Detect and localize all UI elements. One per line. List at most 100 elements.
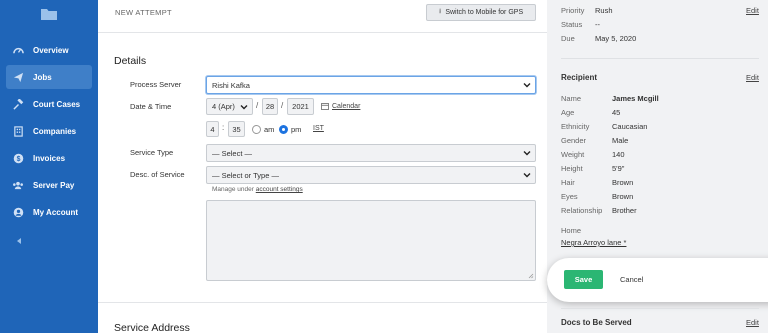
chevron-down-icon bbox=[523, 83, 531, 88]
cancel-button[interactable]: Cancel bbox=[620, 275, 643, 284]
manage-hint: Manage under account settings bbox=[212, 186, 303, 193]
recipient-field-label: Weight bbox=[561, 150, 585, 159]
process-server-label: Process Server bbox=[130, 80, 182, 89]
sidebar-item-label: Invoices bbox=[33, 153, 66, 163]
hour-input[interactable]: 4 bbox=[206, 121, 219, 137]
month-select[interactable]: 4 (Apr) bbox=[206, 98, 253, 115]
resize-grip-icon[interactable] bbox=[528, 273, 534, 279]
paper-plane-icon bbox=[12, 71, 24, 83]
calendar-icon bbox=[321, 103, 329, 110]
dollar-icon: $ bbox=[12, 152, 24, 164]
due-value: May 5, 2020 bbox=[595, 34, 637, 43]
date-separator: / bbox=[281, 101, 284, 110]
timezone-link[interactable]: IST bbox=[313, 125, 324, 132]
recipient-field-label: Eyes bbox=[561, 192, 578, 201]
chevron-down-icon bbox=[523, 151, 531, 156]
page-title: NEW ATTEMPT bbox=[115, 8, 172, 17]
save-button[interactable]: Save bbox=[564, 270, 603, 289]
recipient-field-label: Relationship bbox=[561, 206, 603, 215]
calendar-link-label: Calendar bbox=[332, 102, 361, 110]
recipient-edit-link[interactable]: Edit bbox=[746, 73, 759, 82]
recipient-field-value: Brother bbox=[612, 206, 637, 215]
account-settings-link[interactable]: account settings bbox=[256, 186, 303, 193]
details-section-title: Details bbox=[114, 55, 147, 67]
summary-edit-link[interactable]: Edit bbox=[746, 6, 759, 15]
day-input[interactable]: 28 bbox=[262, 98, 278, 115]
action-bar: Save Cancel bbox=[547, 258, 768, 302]
service-type-select[interactable]: — Select — bbox=[206, 144, 536, 162]
notes-textarea[interactable] bbox=[206, 200, 536, 281]
sidebar-item-my-account[interactable]: My Account bbox=[6, 200, 92, 224]
recipient-field-value: James Mcgill bbox=[612, 94, 659, 103]
info-panel: Priority Rush Edit Status -- Due May 5, … bbox=[547, 0, 768, 333]
priority-label: Priority bbox=[561, 6, 585, 15]
recipient-field-label: Age bbox=[561, 108, 575, 117]
switch-to-mobile-gps-button[interactable]: ⭳ Switch to Mobile for GPS bbox=[426, 4, 536, 21]
minute-input[interactable]: 35 bbox=[228, 121, 245, 137]
collapse-sidebar-icon[interactable] bbox=[15, 236, 23, 246]
date-separator: / bbox=[256, 101, 259, 110]
recipient-field-value: Caucasian bbox=[612, 122, 648, 131]
chevron-down-icon bbox=[523, 173, 531, 178]
docs-to-be-served-title: Docs to Be Served bbox=[561, 318, 632, 327]
panel-divider bbox=[561, 58, 759, 59]
recipient-field-value: Brown bbox=[612, 178, 634, 187]
pm-label: pm bbox=[291, 125, 302, 134]
pm-radio[interactable] bbox=[279, 125, 288, 134]
home-address-link[interactable]: Negra Arroyo lane * bbox=[561, 238, 626, 247]
time-separator: : bbox=[222, 123, 225, 132]
status-label: Status bbox=[561, 20, 583, 29]
service-type-label: Service Type bbox=[130, 148, 174, 157]
attempt-form-panel: NEW ATTEMPT ⭳ Switch to Mobile for GPS D… bbox=[98, 0, 547, 333]
sidebar-item-label: My Account bbox=[33, 207, 79, 217]
calendar-link[interactable]: Calendar bbox=[321, 102, 360, 110]
status-value: -- bbox=[595, 20, 600, 29]
chevron-down-icon bbox=[240, 105, 248, 110]
sidebar-item-label: Server Pay bbox=[33, 180, 75, 190]
folder-logo-icon[interactable] bbox=[40, 7, 58, 21]
desc-of-service-select[interactable]: — Select or Type — bbox=[206, 166, 536, 184]
sidebar-item-server-pay[interactable]: Server Pay bbox=[6, 173, 92, 197]
sidebar-item-overview[interactable]: Overview bbox=[6, 38, 92, 62]
section-divider bbox=[98, 302, 547, 303]
sidebar-item-label: Companies bbox=[33, 126, 77, 136]
recipient-field-label: Height bbox=[561, 164, 583, 173]
sidebar-item-label: Jobs bbox=[33, 72, 52, 82]
form-header: NEW ATTEMPT ⭳ Switch to Mobile for GPS bbox=[98, 0, 547, 33]
date-time-label: Date & Time bbox=[130, 102, 172, 111]
recipient-field-value: 45 bbox=[612, 108, 621, 117]
due-label: Due bbox=[561, 34, 575, 43]
sidebar: Overview Jobs Court Cases Companies $ In… bbox=[0, 0, 98, 333]
service-address-title: Service Address bbox=[114, 322, 190, 333]
recipient-field-value: 140 bbox=[612, 150, 625, 159]
sidebar-item-invoices[interactable]: $ Invoices bbox=[6, 146, 92, 170]
desc-of-service-label: Desc. of Service bbox=[130, 170, 185, 179]
users-icon bbox=[12, 179, 24, 191]
sidebar-item-label: Court Cases bbox=[33, 99, 81, 109]
sidebar-item-companies[interactable]: Companies bbox=[6, 119, 92, 143]
home-label: Home bbox=[561, 226, 582, 235]
process-server-value: Rishi Kafka bbox=[212, 80, 250, 90]
docs-edit-link[interactable]: Edit bbox=[746, 318, 759, 327]
desc-of-service-value: — Select or Type — bbox=[212, 170, 279, 180]
recipient-title: Recipient bbox=[561, 73, 598, 82]
user-circle-icon bbox=[12, 206, 24, 218]
recipient-field-label: Ethnicity bbox=[561, 122, 590, 131]
month-value: 4 (Apr) bbox=[212, 102, 235, 111]
building-icon bbox=[12, 125, 24, 137]
manage-hint-text: Manage under bbox=[212, 186, 254, 193]
panel-divider bbox=[561, 308, 759, 309]
year-input[interactable]: 2021 bbox=[287, 98, 314, 115]
process-server-select[interactable]: Rishi Kafka bbox=[206, 76, 536, 94]
recipient-field-label: Hair bbox=[561, 178, 575, 187]
recipient-field-value: Brown bbox=[612, 192, 634, 201]
sidebar-item-jobs[interactable]: Jobs bbox=[6, 65, 92, 89]
gps-button-label: Switch to Mobile for GPS bbox=[445, 9, 524, 16]
priority-value: Rush bbox=[595, 6, 613, 15]
am-radio[interactable] bbox=[252, 125, 261, 134]
download-icon: ⭳ bbox=[438, 8, 442, 15]
sidebar-item-court-cases[interactable]: Court Cases bbox=[6, 92, 92, 116]
svg-text:$: $ bbox=[16, 155, 20, 162]
recipient-field-value: Male bbox=[612, 136, 629, 145]
sidebar-item-label: Overview bbox=[33, 45, 69, 55]
